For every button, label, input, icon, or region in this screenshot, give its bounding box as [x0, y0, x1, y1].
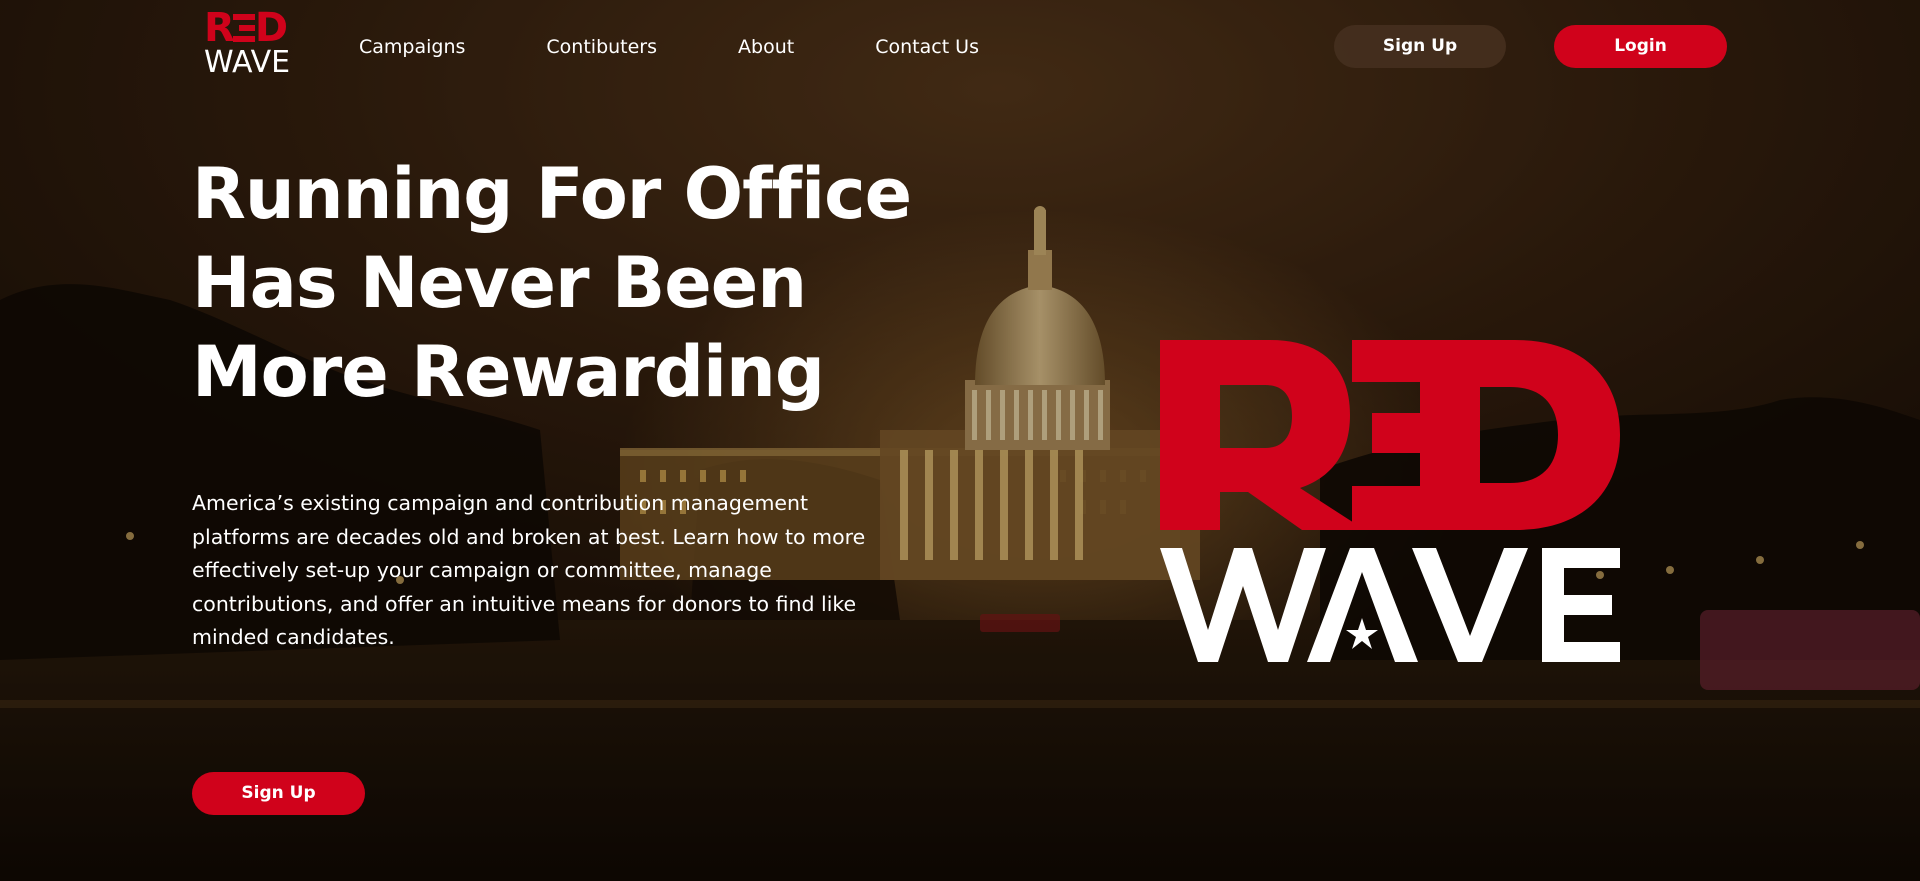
- logo-letter-e: [1542, 548, 1620, 662]
- logo-wave-text: WAVE: [204, 45, 291, 80]
- logo-letter-w: [1160, 548, 1326, 662]
- nav-campaigns[interactable]: Campaigns: [359, 34, 465, 60]
- nav-contibuters[interactable]: Contibuters: [546, 34, 657, 60]
- logo-red-text: RD: [204, 5, 288, 51]
- logo-e-bar-bottom: [1352, 486, 1424, 530]
- hero-title-line: Running For Office: [192, 153, 912, 235]
- hero-description-line: platforms are decades old and broken at …: [192, 524, 866, 549]
- login-button[interactable]: Login: [1554, 25, 1727, 68]
- nav-about[interactable]: About: [738, 34, 794, 60]
- star-icon: [1346, 618, 1378, 649]
- logo-letter-a: [1307, 548, 1418, 662]
- site-header: RD WAVE Campaigns Contibuters About Cont…: [0, 0, 1920, 95]
- landing-page: RD WAVE Campaigns Contibuters About Cont…: [0, 0, 1920, 881]
- hero-description: America’s existing campaign and contribu…: [192, 487, 912, 655]
- logo-letter-r: [1160, 340, 1365, 530]
- hero-title-line: More Rewarding: [192, 331, 825, 413]
- hero-description-line: effectively set-up your campaign or comm…: [192, 558, 772, 583]
- logo-e-bar-middle: [1372, 413, 1424, 453]
- nav-contact-us[interactable]: Contact Us: [875, 34, 979, 60]
- hero-background-image: [0, 0, 1920, 881]
- hero-description-line: minded candidates.: [192, 625, 395, 650]
- logo-letter-v: [1412, 548, 1528, 662]
- main-nav: Campaigns Contibuters About Contact Us: [359, 34, 979, 60]
- hero-description-line: contributions, and offer an intuitive me…: [192, 591, 857, 616]
- logo-e-bar-top: [1352, 340, 1424, 382]
- hero-title-line: Has Never Been: [192, 242, 807, 324]
- brand-logo[interactable]: RD WAVE: [204, 5, 296, 80]
- red-wave-logo-large: [1160, 340, 1620, 662]
- header-signup-button[interactable]: Sign Up: [1334, 25, 1506, 68]
- logo-e-mark: [232, 14, 255, 42]
- hero-title: Running For Office Has Never Been More R…: [192, 150, 952, 417]
- logo-letter-d: [1420, 340, 1620, 530]
- hero-signup-button[interactable]: Sign Up: [192, 772, 365, 815]
- hero-description-line: America’s existing campaign and contribu…: [192, 491, 809, 515]
